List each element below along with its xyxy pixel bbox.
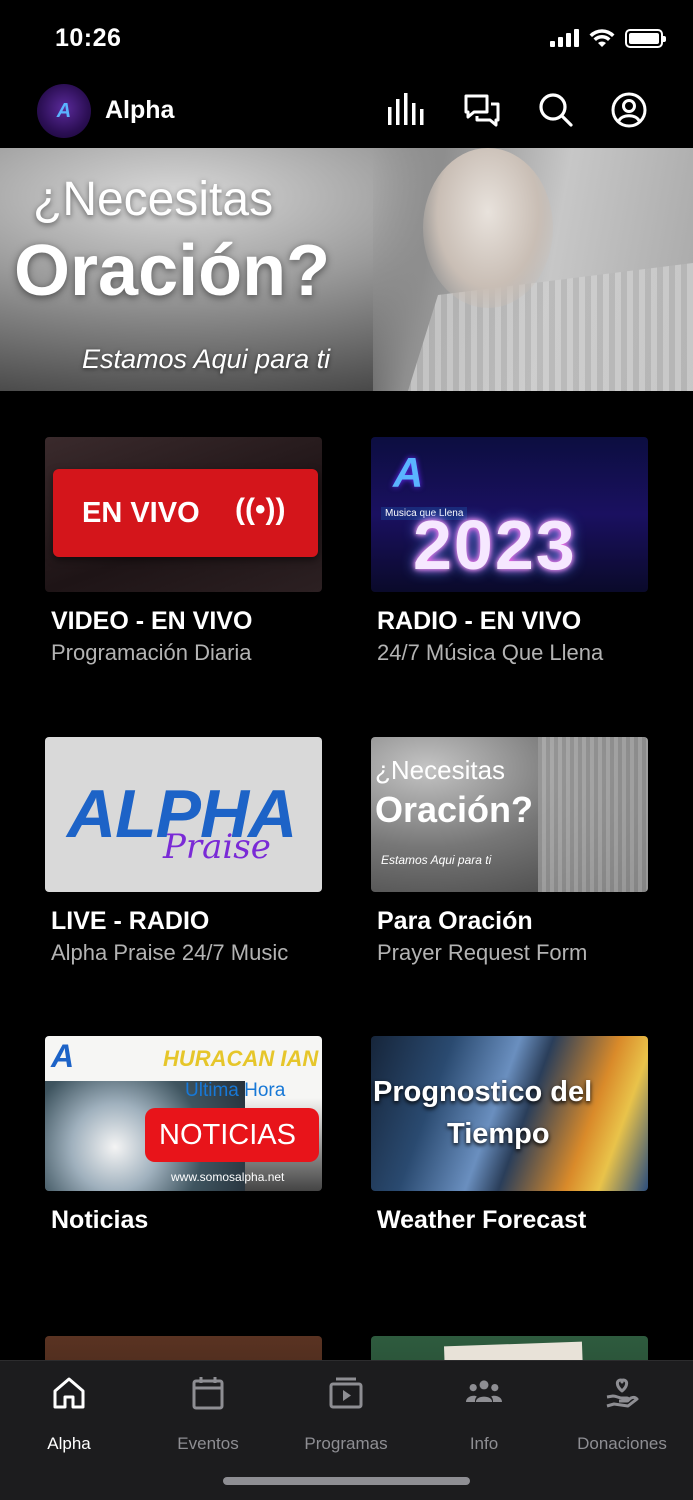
account-icon[interactable] bbox=[609, 90, 649, 130]
tab-label: Alpha bbox=[47, 1434, 91, 1453]
tab-eventos[interactable]: Eventos bbox=[143, 1375, 273, 1453]
tab-info[interactable]: Info bbox=[419, 1375, 549, 1453]
tab-label: Donaciones bbox=[577, 1434, 667, 1453]
logo-letter: A bbox=[56, 99, 72, 122]
chat-icon[interactable] bbox=[462, 90, 502, 130]
audio-levels-icon[interactable] bbox=[386, 90, 426, 130]
donate-hand-icon bbox=[606, 1378, 639, 1408]
cellular-signal-icon bbox=[550, 29, 579, 47]
battery-icon bbox=[625, 28, 666, 48]
video-playlist-icon bbox=[329, 1377, 363, 1409]
live-broadcast-icon: ((•)) bbox=[235, 493, 286, 526]
wifi-icon bbox=[589, 29, 615, 47]
hero-line3: Estamos Aqui para ti bbox=[82, 344, 331, 374]
calendar-icon bbox=[192, 1377, 224, 1410]
tab-label: Info bbox=[469, 1434, 499, 1453]
tab-alpha[interactable]: Alpha bbox=[4, 1375, 134, 1453]
hero-line1: ¿Necesitas bbox=[33, 173, 274, 226]
status-bar: 10:26 bbox=[0, 0, 693, 78]
card-thumbnail: Prognostico del Tiempo bbox=[371, 1036, 648, 1191]
card-title: RADIO - EN VIVO bbox=[377, 607, 582, 635]
home-icon bbox=[53, 1377, 85, 1409]
card-thumbnail: A HURACAN IAN Ultima Hora NOTICIAS www.s… bbox=[45, 1036, 322, 1191]
card-title: Para Oración bbox=[377, 907, 533, 935]
card-para-oracion[interactable]: ¿Necesitas Oración? Estamos Aqui para ti… bbox=[371, 737, 649, 965]
tab-donaciones[interactable]: Donaciones bbox=[557, 1375, 687, 1453]
app-logo[interactable]: A bbox=[37, 84, 91, 138]
card-noticias[interactable]: A HURACAN IAN Ultima Hora NOTICIAS www.s… bbox=[45, 1036, 323, 1234]
card-live-radio[interactable]: ALPHA Praise LIVE - RADIO Alpha Praise 2… bbox=[45, 737, 323, 965]
hero-banner[interactable]: ¿Necesitas Oración? Estamos Aqui para ti bbox=[0, 148, 693, 391]
card-subtitle: Alpha Praise 24/7 Music bbox=[51, 940, 289, 965]
card-subtitle: 24/7 Música Que Llena bbox=[377, 640, 604, 665]
status-icons bbox=[550, 28, 666, 48]
status-time: 10:26 bbox=[55, 24, 122, 52]
card-thumbnail: ¿Necesitas Oración? Estamos Aqui para ti bbox=[371, 737, 648, 892]
card-radio-en-vivo[interactable]: A Musica que Llena 2023 RADIO - EN VIVO … bbox=[371, 437, 649, 665]
card-title: LIVE - RADIO bbox=[51, 907, 210, 935]
tab-label: Programas bbox=[304, 1434, 388, 1453]
card-thumbnail: ALPHA Praise bbox=[45, 737, 322, 892]
tab-label: Eventos bbox=[177, 1434, 239, 1453]
app-title: Alpha bbox=[105, 96, 175, 124]
card-title: Weather Forecast bbox=[377, 1206, 587, 1234]
card-video-en-vivo[interactable]: EN VIVO ((•)) VIDEO - EN VIVO Programaci… bbox=[45, 437, 323, 665]
people-icon bbox=[466, 1380, 502, 1402]
card-weather-forecast[interactable]: Prognostico del Tiempo Weather Forecast bbox=[371, 1036, 649, 1234]
card-thumbnail: EN VIVO ((•)) bbox=[45, 437, 322, 592]
card-subtitle: Prayer Request Form bbox=[377, 940, 588, 965]
praying-hands-image bbox=[423, 148, 553, 308]
tab-programas[interactable]: Programas bbox=[281, 1375, 411, 1453]
hero-line2: Oración? bbox=[14, 231, 331, 311]
card-subtitle: Programación Diaria bbox=[51, 640, 252, 665]
home-indicator bbox=[223, 1477, 470, 1485]
card-thumbnail: A Musica que Llena 2023 bbox=[371, 437, 648, 592]
card-title: VIDEO - EN VIVO bbox=[51, 607, 253, 635]
search-icon[interactable] bbox=[536, 90, 576, 130]
app-header: A Alpha bbox=[0, 80, 693, 144]
card-title: Noticias bbox=[51, 1206, 149, 1234]
